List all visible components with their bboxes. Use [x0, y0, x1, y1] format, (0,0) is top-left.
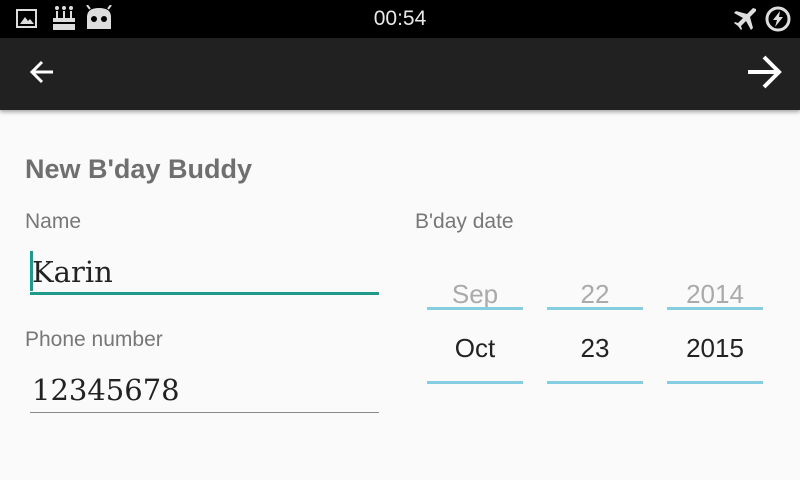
year-picker[interactable]: 2014 2015 [667, 265, 763, 415]
phone-value: 12345678 [32, 373, 180, 407]
status-bar: 00:54 [0, 0, 800, 38]
name-field[interactable]: Karin [30, 251, 379, 295]
page-title: New B'day Buddy [25, 154, 252, 184]
picker-divider [427, 381, 523, 384]
month-picker[interactable]: Sep Oct [427, 265, 523, 415]
month-previous[interactable]: Sep [427, 279, 523, 310]
status-clock: 00:54 [373, 7, 427, 30]
phone-field[interactable]: 12345678 [30, 369, 379, 413]
form-content: New B'day Buddy Name Karin Phone number … [0, 110, 800, 480]
picker-divider [547, 307, 643, 310]
arrow-left-icon [28, 58, 56, 91]
picker-divider [547, 381, 643, 384]
day-current[interactable]: 23 [547, 333, 643, 364]
month-current[interactable]: Oct [427, 333, 523, 364]
date-label: B'day date [415, 210, 514, 233]
year-previous[interactable]: 2014 [667, 279, 763, 310]
picker-divider [427, 307, 523, 310]
year-current[interactable]: 2015 [667, 333, 763, 364]
battery-charging-icon [764, 5, 792, 38]
phone-label: Phone number [25, 328, 163, 351]
picker-divider [667, 381, 763, 384]
action-bar [0, 38, 800, 110]
next-button[interactable] [728, 38, 800, 110]
name-label: Name [25, 210, 82, 233]
day-picker[interactable]: 22 23 [547, 265, 643, 415]
airplane-mode-icon [732, 6, 758, 37]
picker-divider [667, 307, 763, 310]
name-value: Karin [32, 255, 113, 289]
arrow-right-icon [745, 53, 783, 96]
day-previous[interactable]: 22 [547, 279, 643, 310]
back-button[interactable] [6, 38, 78, 110]
